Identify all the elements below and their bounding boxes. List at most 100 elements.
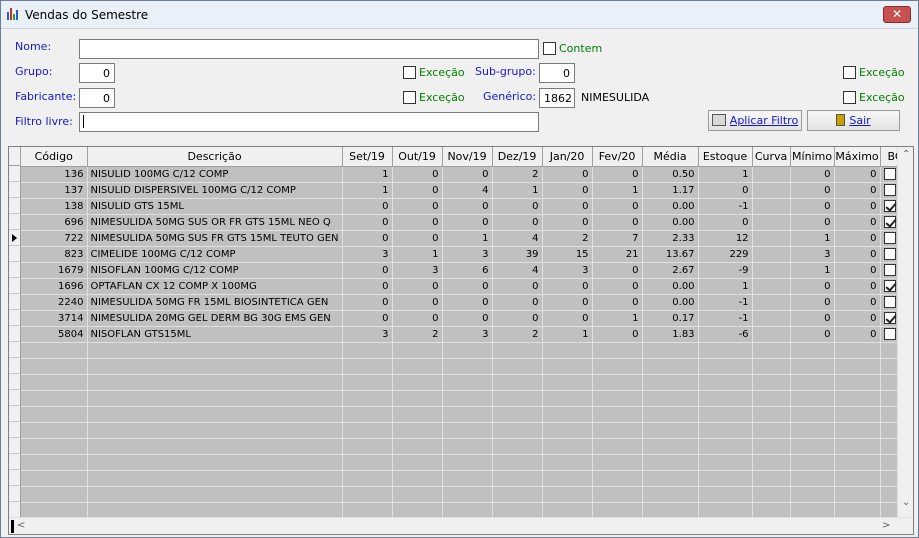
cell-media: 2.67 [642,262,699,279]
cell-codigo: 696 [21,214,88,231]
cell-estoque: -6 [698,326,753,343]
bc-checkbox[interactable] [883,184,896,196]
cell-fev: 0 [592,294,643,311]
table-row[interactable]: 5804 NISOFLAN GTS15ML 3 2 3 2 1 0 1.83 -6 0 0 [21,326,911,343]
generico-input[interactable]: 1862 [539,88,575,108]
cell-out: 2 [392,326,443,343]
empty-cell [698,406,753,423]
empty-cell [834,502,881,519]
table-row[interactable]: 138 NISULID GTS 15ML 0 0 0 0 0 0 0.00 -1 0 0 [21,198,911,215]
bc-checkbox[interactable] [883,248,896,260]
column-header[interactable]: Código [21,147,88,167]
column-header[interactable]: Máximo [834,147,881,167]
cell-nov: 3 [442,326,493,343]
table-row[interactable]: 2240 NIMESULIDA 50MG FR 15ML BIOSINTETICA… [21,294,911,311]
fabricante-excecao-checkbox[interactable] [403,91,416,104]
empty-cell [87,422,343,439]
empty-cell [21,406,88,423]
cell-descricao: NISULID GTS 15ML [87,198,343,215]
sales-grid[interactable]: Código Descrição Set/19 Out/19 Nov/19 Dez/19 J… [8,146,914,535]
sair-button[interactable]: Sair [807,110,900,131]
empty-cell [342,502,393,519]
cell-maximo: 0 [834,246,881,263]
table-row[interactable]: 696 NIMESULIDA 50MG SUS OR FR GTS 15ML NE… [21,214,911,231]
cell-estoque: 229 [698,246,753,263]
generico-excecao-checkbox[interactable] [843,91,856,104]
column-header[interactable]: Estoque [698,147,753,167]
column-header[interactable]: Nov/19 [442,147,493,167]
column-header[interactable]: Média [642,147,699,167]
bc-checkbox[interactable] [883,168,896,180]
empty-cell [542,358,593,375]
empty-cell [542,342,593,359]
table-row[interactable]: 1679 NISOFLAN 100MG C/12 COMP 0 3 6 4 3 0 2.67 -9… [21,262,911,279]
column-header[interactable]: Curva [752,147,791,167]
cell-nov: 0 [442,166,493,183]
empty-cell [342,342,393,359]
horizontal-scrollbar[interactable]: < > [9,517,913,534]
bc-checkbox-checked[interactable] [883,312,896,324]
empty-cell [442,486,493,503]
cell-media: 0.00 [642,294,699,311]
bc-checkbox[interactable] [883,232,896,244]
table-row[interactable]: 722 NIMESULIDA 50MG SUS FR GTS 15ML TEUTO… [21,230,911,247]
close-button[interactable]: ✕ [883,6,911,23]
empty-cell [492,374,543,391]
empty-cell [752,502,791,519]
scroll-down-icon[interactable]: ⌄ [902,497,910,508]
bc-checkbox-checked[interactable] [883,216,896,228]
column-header[interactable]: Descrição [87,147,343,167]
row-indicator [9,486,20,502]
grupo-excecao-checkbox[interactable] [403,66,416,79]
empty-cell [342,374,393,391]
row-indicator [9,390,20,406]
empty-cell [542,422,593,439]
column-header[interactable]: Fev/20 [592,147,643,167]
empty-cell [442,470,493,487]
table-row[interactable]: 136 NISULID 100MG C/12 COMP 1 0 0 2 0 0 0.50 1 0 0 [21,166,911,183]
column-header[interactable]: Mínimo [790,147,835,167]
empty-cell [790,406,835,423]
scroll-up-icon[interactable]: ⌃ [902,149,910,160]
empty-cell [21,358,88,375]
column-header[interactable]: Dez/19 [492,147,543,167]
table-row[interactable]: 137 NISULID DISPERSIVEL 100MG C/12 COMP 1 0… [21,182,911,199]
filtro-livre-input[interactable] [79,112,539,132]
empty-cell [752,486,791,503]
column-header[interactable]: Set/19 [342,147,393,167]
cell-codigo: 823 [21,246,88,263]
bc-checkbox[interactable] [883,328,896,340]
vertical-scrollbar[interactable]: ⌃ ⌄ [897,147,913,517]
column-header[interactable]: Out/19 [392,147,443,167]
bc-checkbox[interactable] [883,264,896,276]
scroll-right-icon[interactable]: > [882,520,890,531]
cell-nov: 1 [442,230,493,247]
empty-cell [790,438,835,455]
subgrupo-input[interactable]: 0 [539,63,575,83]
cell-maximo: 0 [834,278,881,295]
subgrupo-excecao-checkbox[interactable] [843,66,856,79]
empty-cell [21,438,88,455]
row-indicator [9,406,20,422]
fabricante-input[interactable]: 0 [79,88,115,108]
column-header[interactable]: Jan/20 [542,147,593,167]
table-row[interactable]: 3714 NIMESULIDA 20MG GEL DERM BG 30G EMS … [21,310,911,327]
table-row[interactable]: 1696 OPTAFLAN CX 12 COMP X 100MG 0 0 0 0 0 0 0.0… [21,278,911,295]
contem-checkbox[interactable] [543,42,556,55]
bc-checkbox[interactable] [883,296,896,308]
table-row[interactable]: 823 CIMELIDE 100MG C/12 COMP 3 1 3 39 15 21 13.6… [21,246,911,263]
empty-cell [752,422,791,439]
bc-checkbox-checked[interactable] [883,200,896,212]
empty-row [21,422,911,439]
bc-checkbox-checked[interactable] [883,280,896,292]
cell-set: 0 [342,310,393,327]
empty-cell [21,502,88,519]
scroll-left-icon[interactable]: < [17,520,25,531]
cell-nov: 3 [442,246,493,263]
nome-input[interactable] [79,39,539,59]
aplicar-filtro-button[interactable]: Aplicar Filtro [708,110,802,131]
grupo-input[interactable]: 0 [79,63,115,83]
cell-minimo: 0 [790,326,835,343]
cell-nov: 0 [442,310,493,327]
empty-cell [87,358,343,375]
